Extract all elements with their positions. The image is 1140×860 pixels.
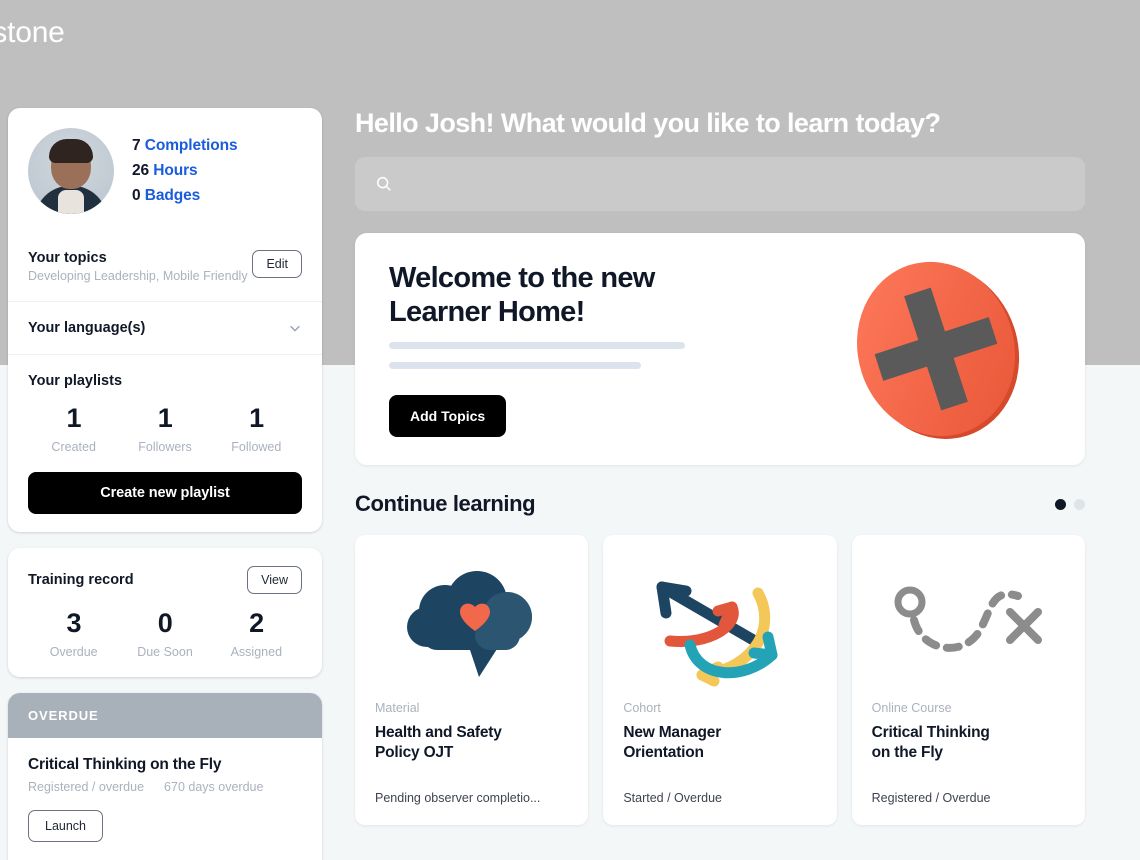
training-metric-assigned: 2 Assigned bbox=[211, 608, 302, 659]
languages-section[interactable]: Your language(s) bbox=[8, 302, 322, 355]
carousel-dots bbox=[1055, 498, 1085, 510]
topics-title: Your topics bbox=[28, 250, 107, 266]
playlist-created-value: 1 bbox=[66, 403, 81, 433]
course-kind: Cohort bbox=[623, 701, 661, 715]
course-title-line2: Policy OJT bbox=[375, 744, 454, 762]
skeleton-line-2 bbox=[389, 362, 641, 370]
training-record-title: Training record bbox=[28, 572, 134, 588]
overdue-item: Critical Thinking on the Fly Registered … bbox=[8, 738, 322, 860]
course-title-line1: New Manager bbox=[623, 724, 722, 741]
welcome-title: Welcome to the new Learner Home! bbox=[389, 261, 821, 329]
playlist-followed-value: 1 bbox=[249, 403, 264, 433]
playlist-followers-label: Followers bbox=[138, 440, 192, 454]
learner-home-page: 7 Completions 26 Hours 0 Badges Your top… bbox=[0, 0, 1140, 860]
edit-topics-button[interactable]: Edit bbox=[252, 250, 302, 278]
stat-completions: 7 Completions bbox=[132, 137, 238, 155]
playlist-followed-label: Followed bbox=[231, 440, 282, 454]
course-title-line1: Critical Thinking bbox=[871, 724, 990, 741]
course-card[interactable]: Material Health and Safety Policy OJT Pe… bbox=[355, 535, 589, 825]
stat-badges-label: Badges bbox=[144, 187, 201, 204]
stat-completions-value: 7 bbox=[132, 137, 141, 154]
stat-hours-label: Hours bbox=[153, 162, 198, 179]
launch-button[interactable]: Launch bbox=[28, 810, 104, 842]
course-card[interactable]: Cohort New Manager Orientation Started /… bbox=[603, 535, 837, 825]
dotted-path-illustration bbox=[872, 555, 1065, 695]
welcome-banner: Welcome to the new Learner Home! Add Top… bbox=[355, 233, 1085, 465]
continue-learning-title: Continue learning bbox=[355, 491, 536, 516]
continue-learning-header: Continue learning bbox=[355, 491, 1085, 517]
course-card-list: Material Health and Safety Policy OJT Pe… bbox=[355, 535, 1085, 825]
languages-title: Your language(s) bbox=[28, 320, 146, 336]
course-status: Pending observer completio... bbox=[375, 791, 541, 805]
overdue-item-days: 670 days overdue bbox=[164, 780, 264, 794]
welcome-title-line2: Learner Home! bbox=[389, 296, 585, 328]
sidebar: 7 Completions 26 Hours 0 Badges Your top… bbox=[8, 108, 322, 860]
profile-stats: 7 Completions 26 Hours 0 Badges bbox=[132, 137, 238, 205]
training-assigned-value: 2 bbox=[249, 608, 264, 638]
add-topics-button[interactable]: Add Topics bbox=[389, 395, 507, 438]
chevron-down-icon[interactable] bbox=[288, 321, 302, 335]
carousel-dot-2[interactable] bbox=[1074, 498, 1085, 510]
create-new-playlist-button[interactable]: Create new playlist bbox=[28, 472, 302, 514]
brand-logo: erstone bbox=[0, 16, 65, 49]
playlists-title: Your playlists bbox=[28, 373, 123, 389]
welcome-title-line1: Welcome to the new bbox=[389, 261, 655, 294]
playlist-created-label: Created bbox=[51, 440, 96, 454]
plus-disc-illustration bbox=[821, 249, 1051, 449]
playlist-metric-followers: 1 Followers bbox=[119, 403, 210, 454]
skeleton-line-1 bbox=[389, 342, 685, 350]
course-title: Critical Thinking on the Fly bbox=[872, 723, 1065, 763]
training-due-soon-label: Due Soon bbox=[137, 645, 193, 659]
stat-badges-value: 0 bbox=[132, 187, 141, 204]
profile-card: 7 Completions 26 Hours 0 Badges Your top… bbox=[8, 108, 322, 532]
training-due-soon-value: 0 bbox=[157, 608, 173, 638]
topics-section: Your topics Developing Leadership, Mobil… bbox=[8, 232, 322, 302]
main-content: Hello Josh! What would you like to learn… bbox=[355, 108, 1085, 825]
course-card[interactable]: Online Course Critical Thinking on the F… bbox=[851, 535, 1085, 825]
arrows-illustration bbox=[623, 555, 816, 695]
playlist-metric-created: 1 Created bbox=[28, 403, 119, 454]
playlist-metric-followed: 1 Followed bbox=[211, 403, 302, 454]
course-title-line2: on the Fly bbox=[871, 744, 943, 762]
playlist-followers-value: 1 bbox=[157, 403, 173, 433]
profile-summary: 7 Completions 26 Hours 0 Badges bbox=[8, 108, 322, 232]
training-metric-overdue: 3 Overdue bbox=[28, 608, 119, 659]
overdue-item-status: Registered / overdue bbox=[28, 780, 145, 794]
overdue-item-title: Critical Thinking on the Fly bbox=[28, 756, 222, 773]
search-bar[interactable] bbox=[355, 157, 1085, 211]
cloud-heart-illustration bbox=[375, 555, 568, 695]
avatar bbox=[28, 128, 114, 214]
carousel-dot-1[interactable] bbox=[1055, 498, 1066, 510]
overdue-banner: OVERDUE bbox=[8, 693, 322, 738]
training-overdue-value: 3 bbox=[66, 608, 81, 638]
course-title-line1: Health and Safety bbox=[375, 724, 502, 741]
training-metric-due-soon: 0 Due Soon bbox=[119, 608, 210, 659]
search-input[interactable] bbox=[405, 175, 1065, 193]
course-title: Health and Safety Policy OJT bbox=[375, 723, 568, 763]
playlists-section: Your playlists 1 Created 1 Followers 1 F… bbox=[8, 355, 322, 532]
stat-completions-label: Completions bbox=[144, 137, 238, 154]
stat-hours: 26 Hours bbox=[132, 162, 238, 180]
topics-value: Developing Leadership, Mobile Friendly bbox=[28, 269, 248, 283]
training-overdue-label: Overdue bbox=[49, 645, 98, 659]
stat-hours-value: 26 bbox=[132, 162, 150, 179]
page-title: Hello Josh! What would you like to learn… bbox=[355, 108, 941, 138]
view-training-record-button[interactable]: View bbox=[247, 566, 302, 594]
search-icon bbox=[376, 176, 391, 191]
course-title: New Manager Orientation bbox=[623, 723, 816, 763]
training-record-card: Training record View 3 Overdue 0 Due Soo… bbox=[8, 548, 322, 677]
stat-badges: 0 Badges bbox=[132, 187, 238, 205]
course-kind: Online Course bbox=[871, 701, 952, 715]
training-assigned-label: Assigned bbox=[230, 645, 283, 659]
course-title-line2: Orientation bbox=[623, 744, 704, 762]
course-status: Registered / Overdue bbox=[871, 791, 991, 805]
course-kind: Material bbox=[375, 701, 420, 715]
course-status: Started / Overdue bbox=[623, 791, 722, 805]
overdue-card: OVERDUE Critical Thinking on the Fly Reg… bbox=[8, 693, 322, 860]
